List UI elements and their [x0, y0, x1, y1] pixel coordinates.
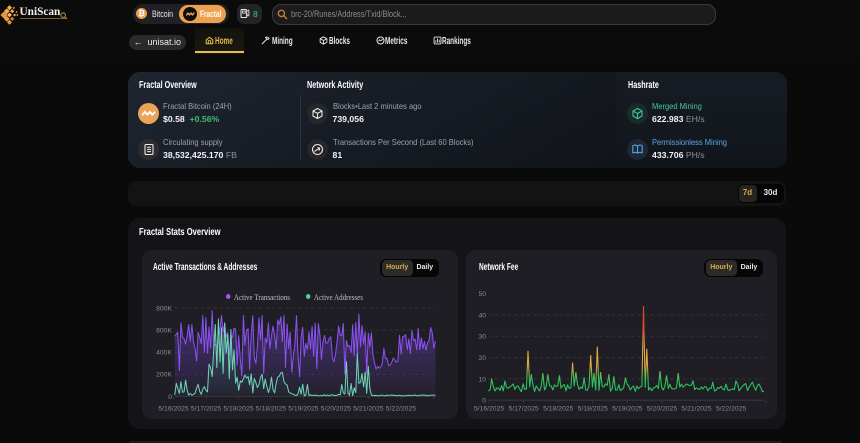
svg-text:0: 0: [482, 398, 486, 405]
svg-text:5/18/2025: 5/18/2025: [223, 406, 253, 413]
svg-text:5/20/2025: 5/20/2025: [321, 406, 351, 413]
svg-text:5/21/2025: 5/21/2025: [353, 406, 383, 413]
svg-text:50: 50: [478, 291, 486, 298]
svg-text:5/20/2025: 5/20/2025: [647, 406, 677, 413]
svg-text:5/19/2025: 5/19/2025: [612, 406, 642, 413]
svg-text:5/18/2025: 5/18/2025: [256, 406, 286, 413]
svg-text:5/17/2025: 5/17/2025: [191, 406, 221, 413]
svg-text:5/22/2025: 5/22/2025: [716, 406, 746, 413]
svg-text:5/17/2025: 5/17/2025: [508, 406, 538, 413]
svg-text:5/21/2025: 5/21/2025: [681, 406, 711, 413]
svg-text:30: 30: [478, 334, 486, 341]
svg-text:5/19/2025: 5/19/2025: [288, 406, 318, 413]
svg-text:10: 10: [478, 376, 486, 383]
svg-text:40: 40: [478, 312, 486, 319]
svg-text:5/22/2025: 5/22/2025: [386, 406, 416, 413]
svg-text:0: 0: [168, 394, 172, 401]
svg-text:600K: 600K: [156, 327, 172, 334]
svg-text:20: 20: [478, 355, 486, 362]
svg-text:400K: 400K: [156, 350, 172, 357]
svg-text:800K: 800K: [156, 305, 172, 312]
svg-text:5/18/2025: 5/18/2025: [543, 406, 573, 413]
svg-text:5/18/2025: 5/18/2025: [578, 406, 608, 413]
svg-text:5/16/2025: 5/16/2025: [474, 406, 504, 413]
svg-text:5/16/2025: 5/16/2025: [158, 406, 188, 413]
svg-text:200K: 200K: [156, 372, 172, 379]
